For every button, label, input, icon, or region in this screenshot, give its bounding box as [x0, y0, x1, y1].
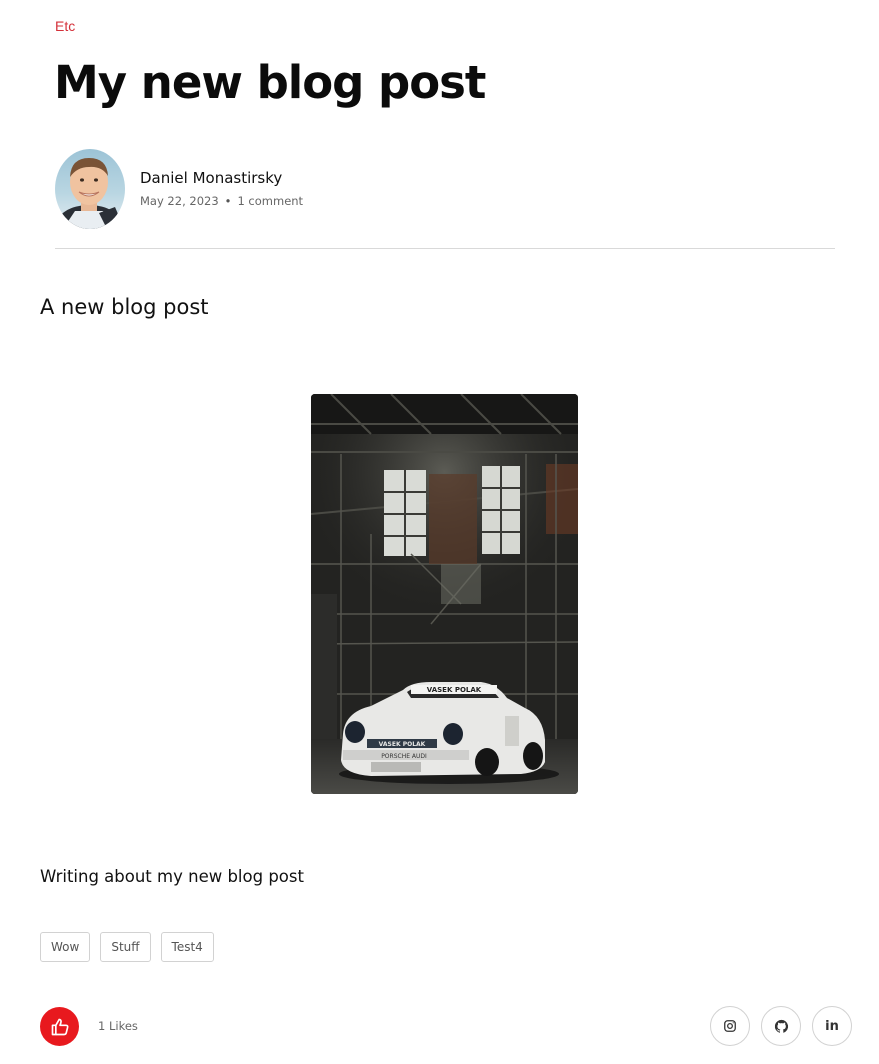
instagram-icon	[724, 1020, 736, 1032]
post-date: May 22, 2023	[140, 194, 219, 208]
post-image: VASEK POLAK VASEK POLAK PORSCHE AUDI	[311, 394, 578, 794]
author-info: Daniel Monastirsky May 22, 2023 • 1 commen…	[55, 149, 835, 229]
tag-wow[interactable]: Wow	[40, 932, 91, 962]
github-link[interactable]	[761, 1006, 801, 1046]
linkedin-icon: in	[825, 1018, 839, 1034]
instagram-link[interactable]	[710, 1006, 750, 1046]
meta-separator: •	[224, 194, 232, 208]
linkedin-link[interactable]: in	[812, 1006, 852, 1046]
author-avatar[interactable]	[55, 149, 125, 229]
likes-count: 1 Likes	[98, 1019, 138, 1033]
header-divider	[55, 248, 835, 249]
post-category-link[interactable]: Etc	[55, 18, 75, 34]
hood-banner-text: VASEK POLAK	[379, 741, 426, 748]
windshield-banner-text: VASEK POLAK	[427, 686, 482, 694]
social-links: in	[710, 1006, 852, 1046]
bumper-text: PORSCHE AUDI	[381, 753, 427, 760]
tag-test4[interactable]: Test4	[160, 932, 214, 962]
post-meta: May 22, 2023 • 1 comment	[140, 194, 303, 208]
tag-stuff[interactable]: Stuff	[100, 932, 151, 962]
thumbs-up-icon	[51, 1018, 69, 1035]
post-lead: A new blog post	[40, 295, 209, 319]
comments-link[interactable]: 1 comment	[237, 194, 303, 208]
like-button[interactable]	[40, 1007, 79, 1046]
github-icon	[774, 1019, 788, 1033]
post-tags: Wow Stuff Test4	[40, 932, 214, 962]
post-body: Writing about my new blog post	[40, 867, 304, 886]
author-name[interactable]: Daniel Monastirsky	[140, 169, 282, 187]
post-title: My new blog post	[54, 56, 486, 109]
